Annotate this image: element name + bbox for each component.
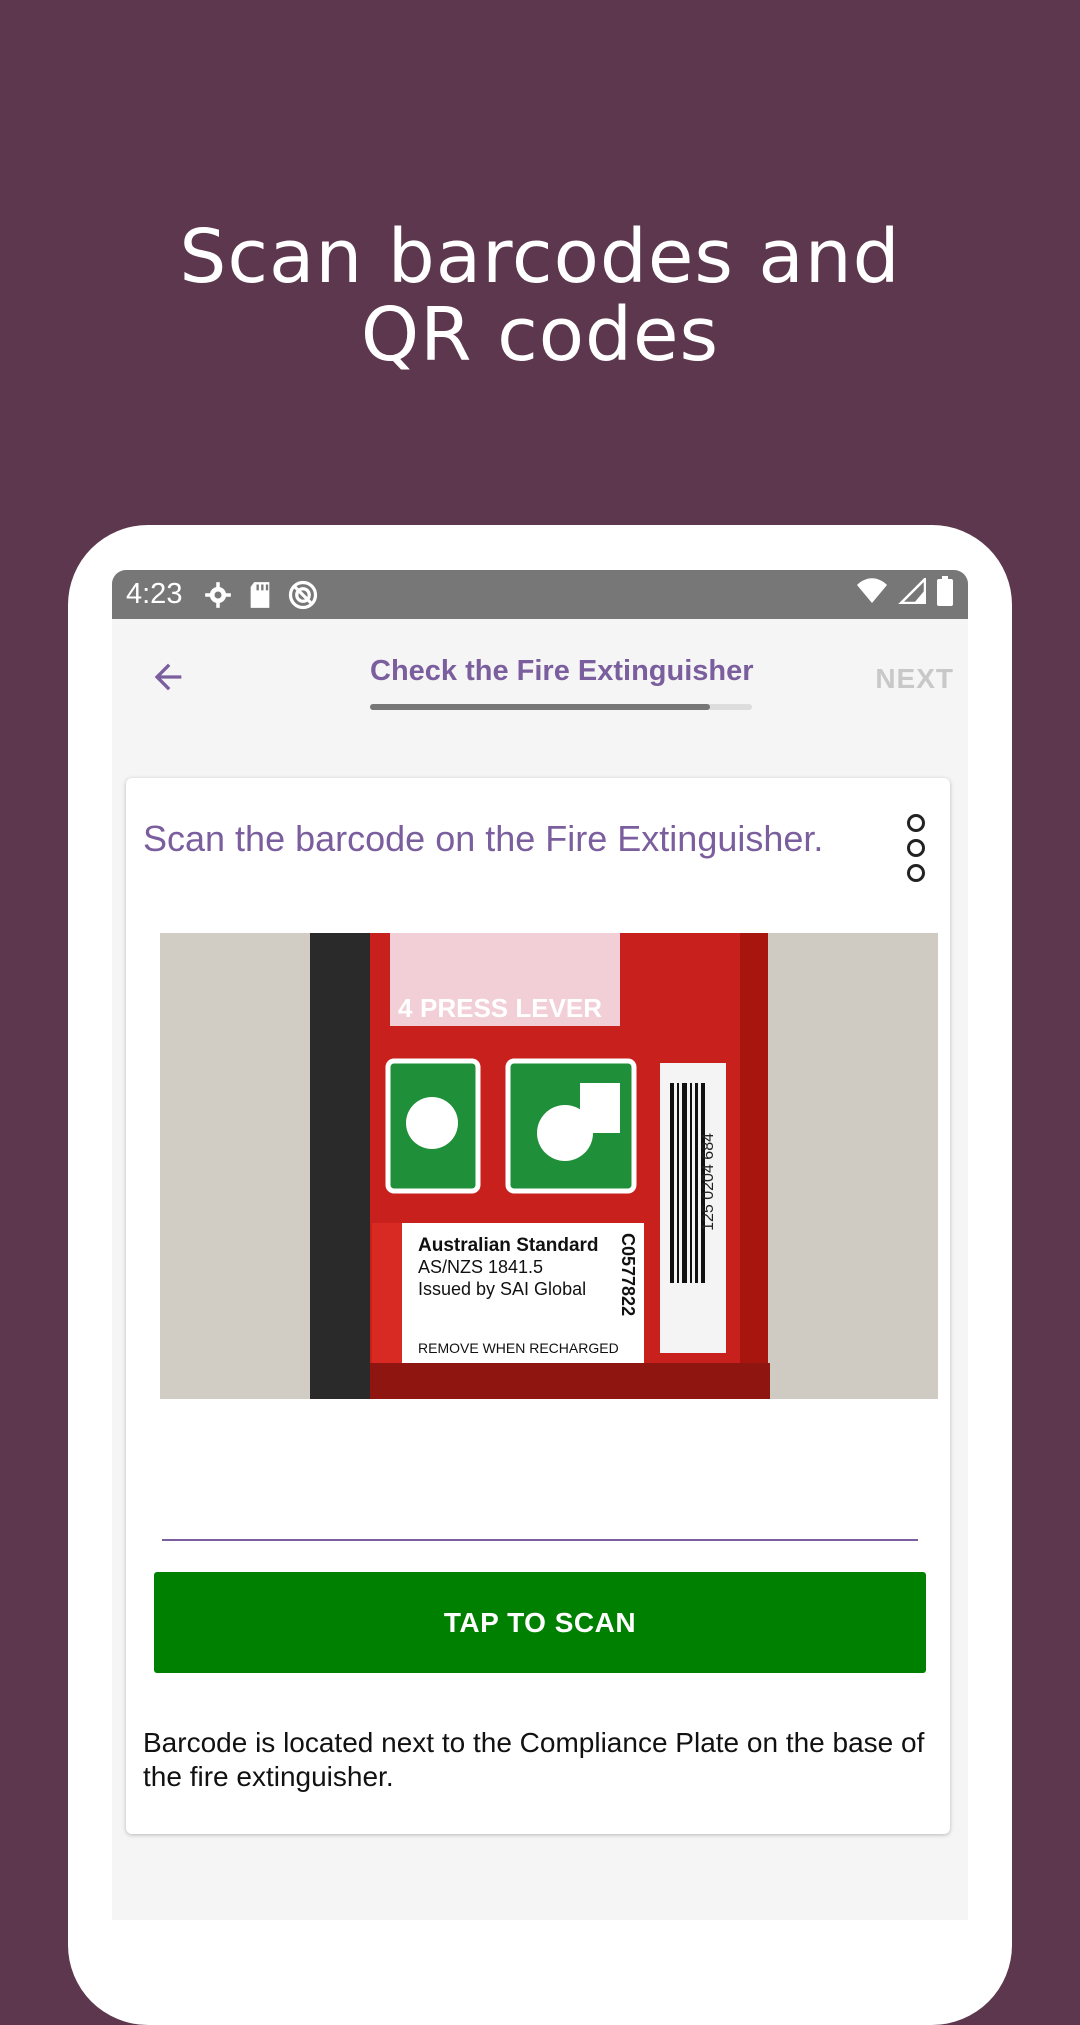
progress-bar-fill [370,704,710,710]
wifi-icon [856,577,888,612]
barcode-number: 125 0204 684 [700,1133,717,1231]
question-text: Scan the barcode on the Fire Extinguishe… [143,818,824,859]
question-card: Scan the barcode on the Fire Extinguishe… [126,778,950,1834]
page-title: Check the Fire Extinguisher [370,655,754,687]
press-lever-text: PRESS LEVER [420,993,602,1023]
status-bar: 4:23 [112,570,968,619]
app-bar: Check the Fire Extinguisher NEXT [112,619,968,739]
scan-result-field[interactable] [162,1539,918,1541]
label-footer: REMOVE WHEN RECHARGED [418,1340,619,1356]
more-dot-icon [907,839,925,857]
more-dot-icon [907,814,925,832]
more-options-button[interactable] [904,814,928,882]
tap-to-scan-button[interactable]: TAP TO SCAN [154,1572,926,1673]
battery-icon [936,575,954,614]
arrow-back-icon [154,663,182,691]
phone-screen: 4:23 Check the Fire Extinguisher NEXT Sc… [112,570,968,1920]
signal-icon [897,575,927,612]
progress-bar [370,704,752,710]
help-text: Barcode is located next to the Complianc… [143,1727,925,1792]
headline-line-2: QR codes [360,292,720,378]
reference-photo: 4 PRESS LEVER 125 0204 684 Australian St… [160,933,938,1399]
back-button[interactable] [146,655,190,699]
label-line-1: Australian Standard [418,1235,599,1256]
label-line-3: Issued by SAI Global [418,1279,586,1299]
settings-icon [204,581,232,609]
headline: Scan barcodes and QR codes [0,218,1080,374]
status-time: 4:23 [126,578,183,610]
label-line-2: AS/NZS 1841.5 [418,1257,543,1277]
more-dot-icon [907,864,925,882]
step-number: 4 [398,993,413,1023]
status-right-icons [856,575,954,614]
next-button[interactable]: NEXT [875,663,954,695]
sd-card-icon [248,581,272,609]
headline-line-1: Scan barcodes and [179,214,901,300]
label-serial: C0577822 [618,1233,638,1316]
sync-icon [288,580,318,610]
